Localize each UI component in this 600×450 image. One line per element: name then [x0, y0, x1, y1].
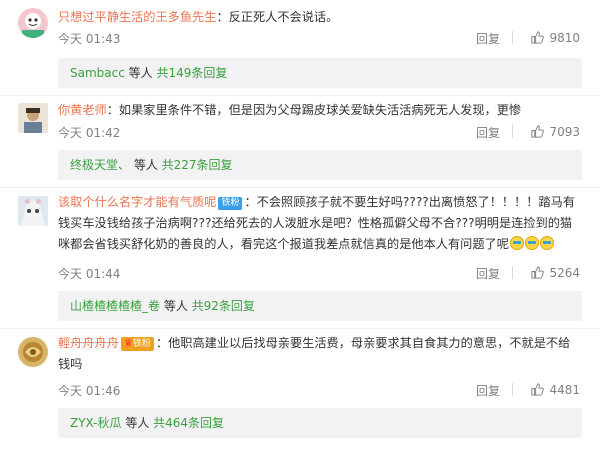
- comment-time: 今天 01:46: [58, 384, 121, 398]
- like-button[interactable]: 5264: [530, 265, 580, 280]
- thumbs-up-icon: [531, 266, 545, 279]
- crown-icon: ♛: [123, 338, 133, 349]
- avatar[interactable]: [18, 103, 48, 133]
- comment-text: 只想过平静生活的王多鱼先生：反正死人不会说话。: [58, 7, 582, 28]
- sub-reply-summary[interactable]: 终极天堂、 等人 共227条回复: [58, 150, 582, 180]
- sub-reply-mid: 等人: [160, 299, 192, 313]
- like-button[interactable]: 7093: [530, 124, 580, 139]
- emoji-icon: [524, 236, 539, 250]
- sub-reply-mid: 等人: [121, 416, 154, 430]
- like-count: 9810: [549, 30, 580, 45]
- divider: [0, 187, 600, 188]
- sub-reply-user[interactable]: Sambacc: [70, 66, 125, 80]
- comment-body: ：如果家里条件不错，但是因为父母踢皮球关爱缺失活活病死无人发现，更惨: [106, 103, 522, 117]
- comment-meta: 今天 01:43 回复 9810: [58, 30, 580, 48]
- sub-reply-count[interactable]: 共227条回复: [162, 158, 233, 172]
- comment-username[interactable]: 该取个什么名字才能有气质呢: [58, 195, 216, 209]
- comment-username[interactable]: 輕舟舟舟舟: [58, 336, 119, 350]
- comment-time: 今天 01:43: [58, 32, 121, 46]
- comment-meta: 今天 01:42 回复 7093: [58, 124, 580, 142]
- emoji-icon: [509, 236, 524, 250]
- comment-username[interactable]: 你黄老师: [58, 103, 107, 117]
- avatar[interactable]: [18, 337, 48, 367]
- fan-badge: 铁粉: [218, 197, 243, 210]
- sub-reply-user[interactable]: 山楂楂楂楂楂_卷: [70, 299, 160, 313]
- like-count: 7093: [549, 124, 580, 139]
- divider: [512, 125, 513, 138]
- comment-text: 輕舟舟舟舟 ♛铁粉 ：他职高建业以后找母亲要生活费，母亲要求其自食其力的意思，不就是…: [58, 333, 582, 375]
- like-count: 5264: [549, 265, 580, 280]
- reply-button[interactable]: 回复: [476, 30, 500, 47]
- thumbs-up-icon: [531, 31, 545, 44]
- sub-reply-mid: 等人: [130, 158, 162, 172]
- sub-reply-user[interactable]: ZYX-秋瓜: [70, 416, 122, 430]
- divider: [512, 31, 513, 44]
- comment-text: 该取个什么名字才能有气质呢 铁粉 ：不会照顾孩子就不要生好吗????出离愤怒了！！！…: [58, 192, 582, 255]
- divider: [0, 95, 600, 96]
- sub-reply-count[interactable]: 共92条回复: [192, 299, 255, 313]
- emoji-icon: [539, 236, 554, 250]
- sub-reply-summary[interactable]: 山楂楂楂楂楂_卷 等人 共92条回复: [58, 291, 582, 321]
- sub-reply-count[interactable]: 共149条回复: [156, 66, 227, 80]
- sub-reply-summary[interactable]: Sambacc 等人 共149条回复: [58, 58, 582, 88]
- thumbs-up-icon: [531, 125, 545, 138]
- reply-button[interactable]: 回复: [476, 124, 500, 141]
- reply-button[interactable]: 回复: [476, 382, 500, 399]
- sub-reply-user[interactable]: 终极天堂、: [70, 158, 130, 172]
- sub-reply-count[interactable]: 共464条回复: [153, 416, 224, 430]
- like-button[interactable]: 9810: [530, 30, 580, 45]
- fan-badge: ♛铁粉: [120, 337, 154, 351]
- comment-username[interactable]: 只想过平静生活的王多鱼先生: [58, 10, 216, 24]
- comment-meta: 今天 01:44 回复 5264: [58, 265, 580, 283]
- divider: [512, 266, 513, 279]
- like-button[interactable]: 4481: [530, 382, 580, 397]
- reply-button[interactable]: 回复: [476, 265, 500, 282]
- avatar[interactable]: [18, 8, 48, 38]
- comment-time: 今天 01:44: [58, 267, 121, 281]
- sub-reply-mid: 等人: [124, 66, 157, 80]
- divider: [512, 383, 513, 396]
- sub-reply-summary[interactable]: ZYX-秋瓜 等人 共464条回复: [58, 408, 582, 438]
- like-count: 4481: [549, 382, 580, 397]
- comment-meta: 今天 01:46 回复 4481: [58, 382, 580, 400]
- comment-body: ：反正死人不会说话。: [216, 10, 339, 24]
- divider: [0, 328, 600, 329]
- comment-text: 你黄老师：如果家里条件不错，但是因为父母踢皮球关爱缺失活活病死无人发现，更惨: [58, 100, 582, 121]
- thumbs-up-icon: [531, 383, 545, 396]
- avatar[interactable]: [18, 196, 48, 226]
- comment-time: 今天 01:42: [58, 126, 121, 140]
